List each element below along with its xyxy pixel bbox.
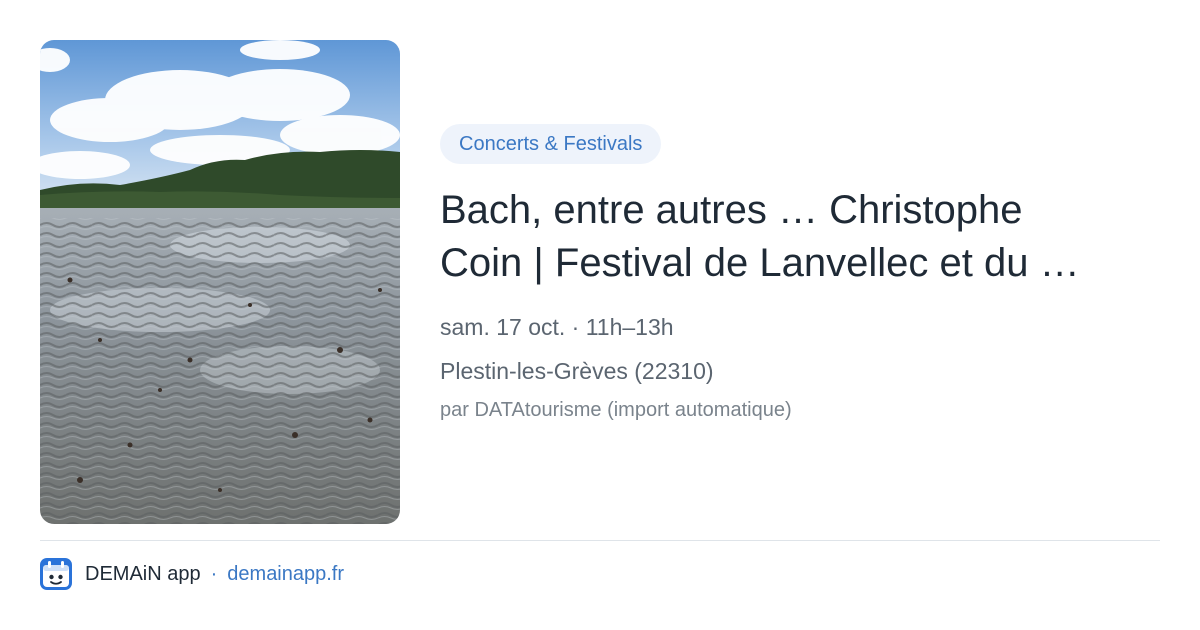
event-title-line-1: Bach, entre autres … Christophe [440, 188, 1023, 232]
beach-landscape-image [40, 40, 400, 524]
footer-separator: · [210, 562, 218, 585]
event-card[interactable]: Concerts & Festivals Bach, entre autres … [0, 0, 1200, 630]
event-details: Concerts & Festivals Bach, entre autres … [440, 124, 1160, 424]
footer: DEMAiN app · demainapp.fr [40, 558, 344, 590]
event-date-time: sam. 17 oct. · 11h–13h [440, 314, 674, 340]
event-source: par DATAtourisme (import automatique) [440, 399, 792, 421]
event-title[interactable]: Bach, entre autres … Christophe Coin | F… [440, 184, 1160, 290]
category-tag[interactable]: Concerts & Festivals [440, 124, 662, 164]
site-link[interactable]: demainapp.fr [227, 563, 344, 586]
event-location: Plestin-les-Grèves (22310) [440, 358, 714, 384]
footer-divider [40, 540, 1160, 541]
demain-app-logo-icon [40, 558, 72, 590]
event-photo [40, 40, 400, 524]
app-name: DEMAiN app [85, 562, 201, 585]
event-title-line-2: Coin | Festival de Lanvellec et du … [440, 241, 1080, 285]
